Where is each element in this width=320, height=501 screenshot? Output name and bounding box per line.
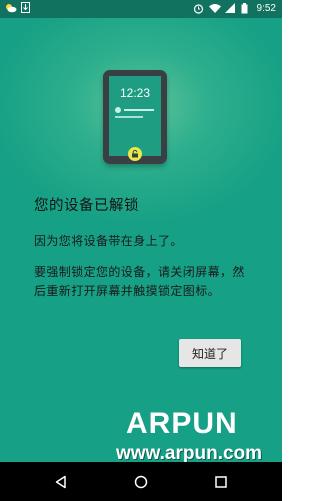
battery-icon [241,3,252,14]
status-left [4,2,32,13]
screen: 9:52 12:23 您的设备已解锁 因为您将设备带在身上了。 要强制锁定您的设… [0,0,282,501]
phone-illustration: 12:23 [103,70,167,168]
watermark: ARPUN www.arpun.com [0,405,282,465]
ok-button[interactable]: 知道了 [179,339,241,367]
notification-line [124,109,154,111]
dialog-message: 因为您将设备带在身上了。 [34,234,183,248]
home-button[interactable] [111,462,171,501]
download-icon [21,2,32,13]
unlock-icon [128,147,142,161]
wifi-icon [208,3,221,14]
recents-icon [215,475,227,488]
alarm-icon [193,3,204,14]
back-button[interactable] [31,462,91,501]
nav-bar [0,462,282,501]
status-time: 9:52 [256,3,276,14]
watermark-brand: ARPUN [126,407,238,440]
phone-screen: 12:23 [109,76,161,156]
back-icon [55,475,66,488]
notification-line [115,116,143,118]
dialog-instructions: 要强制锁定您的设备，请关闭屏幕，然后重新打开屏幕并触摸锁定图标。 [34,265,245,298]
home-icon [134,475,148,488]
signal-icon [224,3,236,14]
status-right: 9:52 [193,2,276,15]
dialog-title: 您的设备已解锁 [34,198,139,214]
status-bar: 9:52 [0,0,282,18]
phone-clock: 12:23 [119,86,151,100]
notification-dot [115,107,121,113]
recents-button[interactable] [191,462,251,501]
weather-icon [4,2,17,13]
